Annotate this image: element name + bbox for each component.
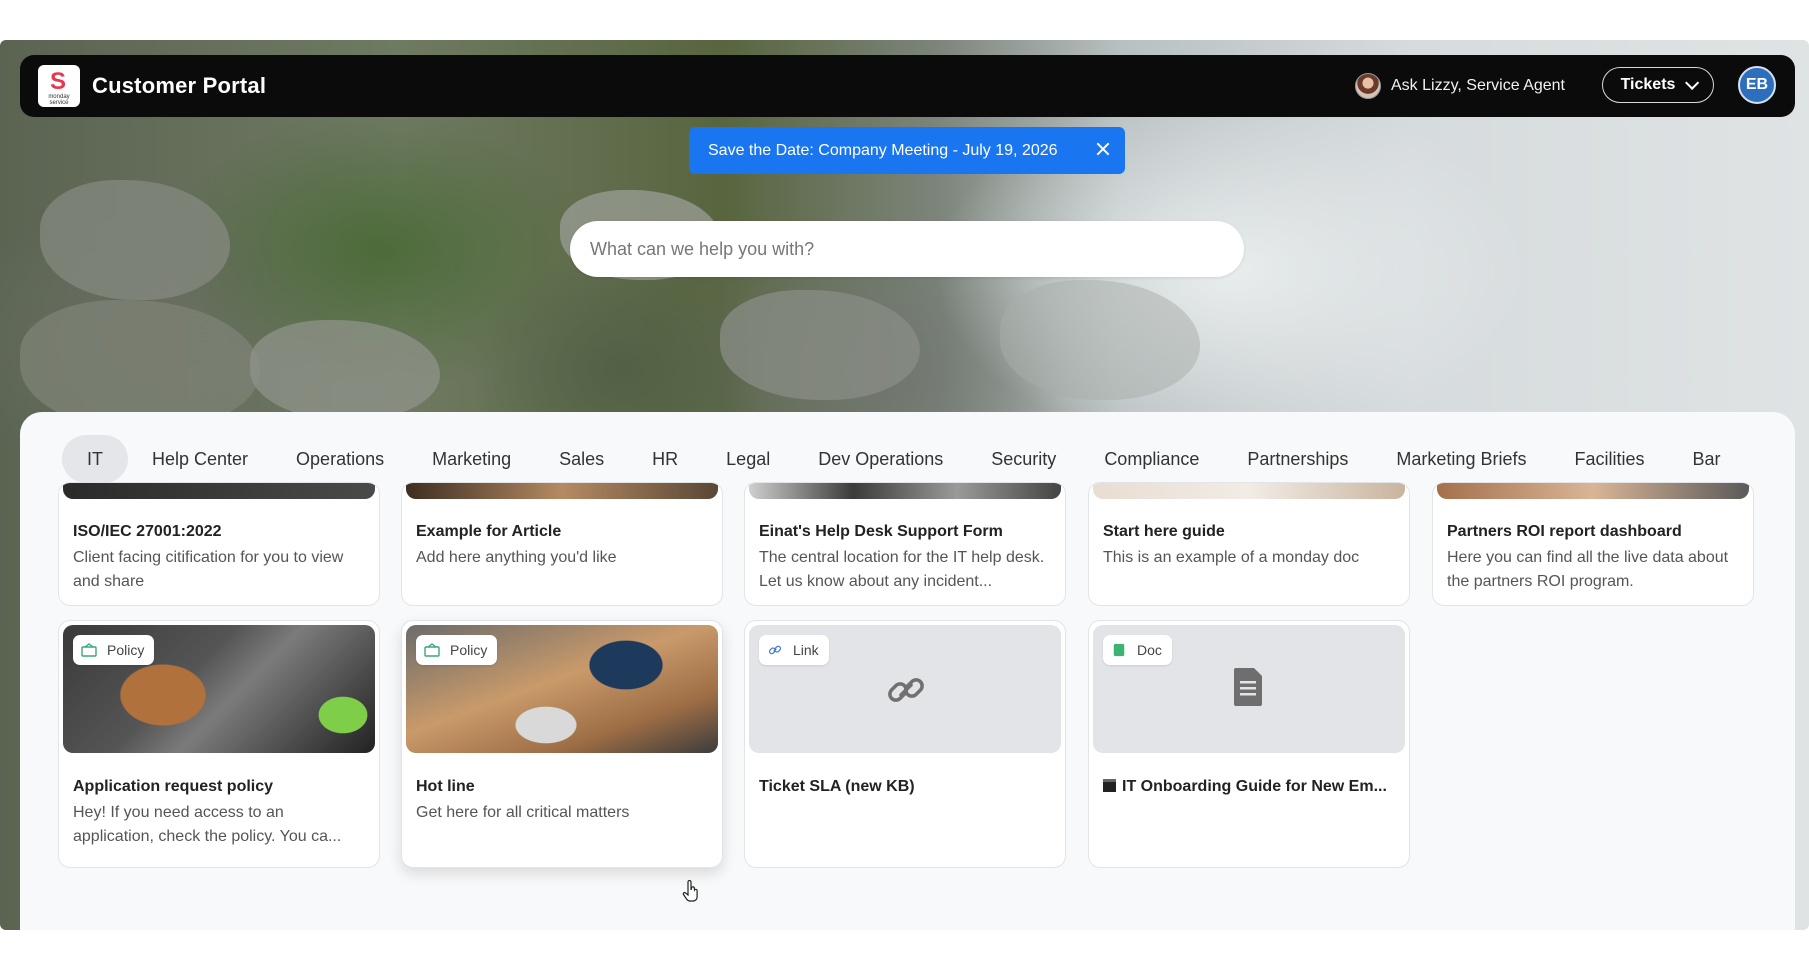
- card-description: Add here anything you'd like: [416, 549, 617, 566]
- search-input[interactable]: [570, 221, 1244, 277]
- background-rock: [40, 180, 230, 300]
- card-badge-label: Link: [793, 642, 819, 658]
- card-description: Client facing citification for you to vi…: [73, 549, 344, 590]
- card-description: Here you can find all the live data abou…: [1447, 549, 1729, 590]
- tab-sales[interactable]: Sales: [535, 435, 628, 483]
- article-card[interactable]: ISO/IEC 27001:2022 Client facing citific…: [58, 482, 380, 606]
- card-title: Partners ROI report dashboard: [1447, 523, 1682, 540]
- article-card[interactable]: Example for Article Add here anything yo…: [401, 482, 723, 606]
- article-card[interactable]: Einat's Help Desk Support Form The centr…: [744, 482, 1066, 606]
- category-tabs: IT Help Center Operations Marketing Sales HR L…: [62, 435, 1795, 483]
- hand-cursor-icon: [682, 880, 698, 902]
- article-card[interactable]: Doc IT Onboarding Guide for New Em...: [1088, 620, 1410, 868]
- card-badge: Policy: [73, 635, 155, 665]
- card-thumbnail: Policy: [406, 625, 718, 753]
- tab-marketing-briefs[interactable]: Marketing Briefs: [1372, 435, 1550, 483]
- logo-wordmark: monday service: [48, 94, 70, 106]
- monday-service-logo[interactable]: S monday service: [38, 65, 80, 107]
- tab-partnerships[interactable]: Partnerships: [1223, 435, 1372, 483]
- background-rock: [20, 300, 260, 430]
- tab-security[interactable]: Security: [967, 435, 1080, 483]
- close-icon[interactable]: [1095, 141, 1111, 157]
- tickets-label: Tickets: [1620, 76, 1676, 93]
- tickets-dropdown[interactable]: Tickets: [1602, 67, 1714, 103]
- announcement-banner: Save the Date: Company Meeting - July 19…: [689, 127, 1125, 174]
- chevron-down-icon: [1685, 75, 1700, 90]
- tab-bar[interactable]: Bar: [1668, 435, 1744, 483]
- user-avatar[interactable]: EB: [1738, 66, 1776, 104]
- card-badge: Policy: [416, 635, 498, 665]
- agent-avatar: [1355, 73, 1381, 99]
- card-thumbnail: [1093, 483, 1405, 499]
- card-thumbnail: [749, 483, 1061, 499]
- tab-legal[interactable]: Legal: [702, 435, 794, 483]
- card-badge-label: Policy: [450, 642, 488, 658]
- tab-facilities[interactable]: Facilities: [1550, 435, 1668, 483]
- article-card[interactable]: Partners ROI report dashboard Here you c…: [1432, 482, 1754, 606]
- tab-operations[interactable]: Operations: [272, 435, 408, 483]
- card-description: The central location for the IT help des…: [759, 549, 1045, 590]
- card-title: Application request policy: [73, 778, 274, 795]
- article-card[interactable]: Policy Hot line Get here for all critica…: [401, 620, 723, 868]
- doc-icon: [1113, 643, 1125, 657]
- tab-dev-operations[interactable]: Dev Operations: [794, 435, 967, 483]
- logo-s-mark: S: [49, 68, 66, 95]
- card-title-text: IT Onboarding Guide for New Em...: [1122, 778, 1387, 795]
- article-card[interactable]: Start here guide This is an example of a…: [1088, 482, 1410, 606]
- tab-hr[interactable]: HR: [628, 435, 702, 483]
- ask-agent-label: Ask Lizzy, Service Agent: [1391, 77, 1565, 94]
- background-rock: [720, 290, 920, 400]
- top-navigation-bar: S monday service Customer Portal Ask Liz…: [20, 55, 1795, 117]
- card-thumbnail: Policy: [63, 625, 375, 753]
- link-icon: [768, 645, 782, 655]
- policy-icon: [424, 643, 440, 657]
- card-title: ISO/IEC 27001:2022: [73, 523, 222, 540]
- card-thumbnail: [1437, 483, 1749, 499]
- card-badge: Doc: [1103, 635, 1172, 665]
- card-badge-label: Policy: [107, 642, 145, 658]
- card-description: Get here for all critical matters: [416, 804, 630, 821]
- background-rock: [1000, 280, 1200, 400]
- card-badge-label: Doc: [1137, 642, 1162, 658]
- article-card[interactable]: Policy Application request policy Hey! I…: [58, 620, 380, 868]
- link-icon: [888, 678, 924, 702]
- tab-it[interactable]: IT: [62, 435, 128, 483]
- tab-compliance[interactable]: Compliance: [1080, 435, 1223, 483]
- background-rock: [250, 320, 440, 420]
- card-description: Hey! If you need access to an applicatio…: [73, 804, 342, 845]
- card-thumbnail: [406, 483, 718, 499]
- card-thumbnail: Doc: [1093, 625, 1405, 753]
- document-icon: [1234, 668, 1262, 706]
- portal-window: S monday service Customer Portal Ask Liz…: [0, 40, 1809, 930]
- card-title: Ticket SLA (new KB): [759, 778, 915, 795]
- card-title: IT Onboarding Guide for New Em...: [1103, 778, 1397, 796]
- banner-text: Save the Date: Company Meeting - July 19…: [708, 141, 1058, 159]
- card-title: Start here guide: [1103, 523, 1225, 540]
- card-title: Einat's Help Desk Support Form: [759, 523, 1003, 540]
- content-panel: IT Help Center Operations Marketing Sales HR L…: [20, 412, 1795, 930]
- card-thumbnail: Link: [749, 625, 1061, 753]
- portal-title: Customer Portal: [92, 73, 267, 98]
- doc-emoji-icon: [1103, 779, 1116, 792]
- card-badge: Link: [759, 635, 829, 665]
- card-title: Example for Article: [416, 523, 562, 540]
- policy-icon: [81, 643, 97, 657]
- article-card[interactable]: Link Ticket SLA (new KB): [744, 620, 1066, 868]
- ask-agent-button[interactable]: Ask Lizzy, Service Agent: [1355, 71, 1565, 101]
- card-title: Hot line: [416, 778, 475, 795]
- tab-help-center[interactable]: Help Center: [128, 435, 272, 483]
- tab-marketing[interactable]: Marketing: [408, 435, 535, 483]
- card-thumbnail: [63, 483, 375, 499]
- card-description: This is an example of a monday doc: [1103, 549, 1360, 566]
